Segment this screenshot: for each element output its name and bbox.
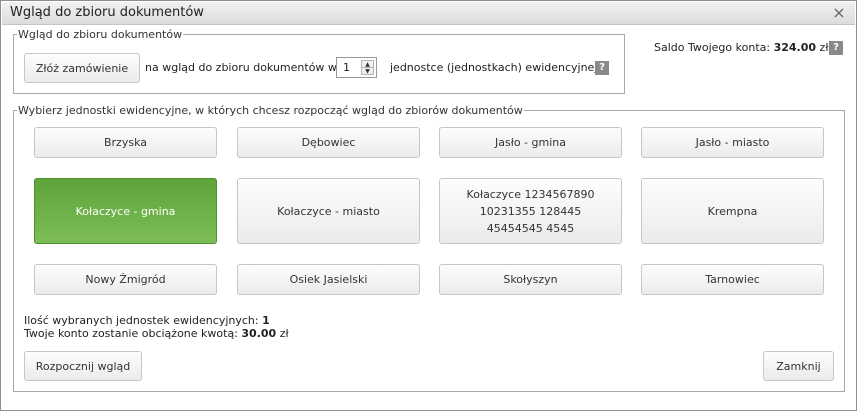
units-legend: Wybierz jednostki ewidencyjne, w których… bbox=[18, 104, 523, 117]
stepper-down-icon[interactable]: ▼ bbox=[362, 68, 373, 75]
charge-currency: zł bbox=[279, 327, 289, 340]
order-text-before: na wgląd do zbioru dokumentów w bbox=[145, 61, 337, 74]
stepper-up-icon[interactable]: ▲ bbox=[362, 61, 373, 68]
order-help-icon[interactable]: ? bbox=[595, 61, 609, 75]
unit-button[interactable]: Kołaczyce - miasto bbox=[237, 178, 420, 244]
order-text-after: jednostce (jednostkach) ewidencyjnej bbox=[390, 61, 598, 74]
balance-currency: zł bbox=[819, 41, 829, 54]
balance-label: Saldo Twojego konta: bbox=[654, 41, 771, 54]
close-button[interactable]: Zamknij bbox=[763, 351, 834, 381]
balance-value: 324.00 bbox=[773, 41, 817, 54]
charge-label: Twoje konto zostanie obciążone kwotą: bbox=[24, 327, 238, 340]
unit-button[interactable]: Jasło - miasto bbox=[641, 127, 824, 158]
unit-button[interactable]: Brzyska bbox=[34, 127, 217, 158]
dialog-titlebar[interactable]: Wgląd do zbioru dokumentów × bbox=[2, 2, 855, 25]
unit-button[interactable]: Kołaczyce - gmina bbox=[34, 178, 217, 244]
unit-button[interactable]: Osiek Jasielski bbox=[237, 264, 420, 295]
stepper-arrows[interactable]: ▲ ▼ bbox=[361, 60, 374, 75]
unit-button[interactable]: Kołaczyce 1234567890 10231355 128445 454… bbox=[439, 178, 622, 244]
balance-display: Saldo Twojego konta: 324.00 zł bbox=[654, 41, 828, 54]
unit-button[interactable]: Skołyszyn bbox=[439, 264, 622, 295]
dialog-title: Wgląd do zbioru dokumentów bbox=[10, 5, 204, 20]
close-icon[interactable]: × bbox=[832, 4, 846, 22]
unit-button[interactable]: Tarnowiec bbox=[641, 264, 824, 295]
selected-count: Ilość wybranych jednostek ewidencyjnych:… bbox=[24, 314, 270, 327]
charge-value: 30.00 bbox=[241, 327, 277, 340]
dialog-window: Wgląd do zbioru dokumentów × Wgląd do zb… bbox=[0, 0, 857, 411]
unit-button[interactable]: Nowy Żmigród bbox=[34, 264, 217, 295]
unit-button[interactable]: Jasło - gmina bbox=[439, 127, 622, 158]
unit-button[interactable]: Dębowiec bbox=[237, 127, 420, 158]
balance-help-icon[interactable]: ? bbox=[829, 41, 843, 55]
unit-button[interactable]: Krempna bbox=[641, 178, 824, 244]
charge-amount: Twoje konto zostanie obciążone kwotą: 30… bbox=[24, 327, 289, 340]
order-button[interactable]: Złóż zamówienie bbox=[24, 53, 140, 83]
selected-count-label: Ilość wybranych jednostek ewidencyjnych: bbox=[24, 314, 259, 327]
quantity-stepper[interactable]: 1 ▲ ▼ bbox=[336, 57, 377, 78]
order-legend: Wgląd do zbioru dokumentów bbox=[18, 28, 183, 41]
start-view-button[interactable]: Rozpocznij wgląd bbox=[24, 351, 142, 381]
selected-count-value: 1 bbox=[262, 314, 270, 327]
quantity-value[interactable]: 1 bbox=[343, 61, 350, 74]
